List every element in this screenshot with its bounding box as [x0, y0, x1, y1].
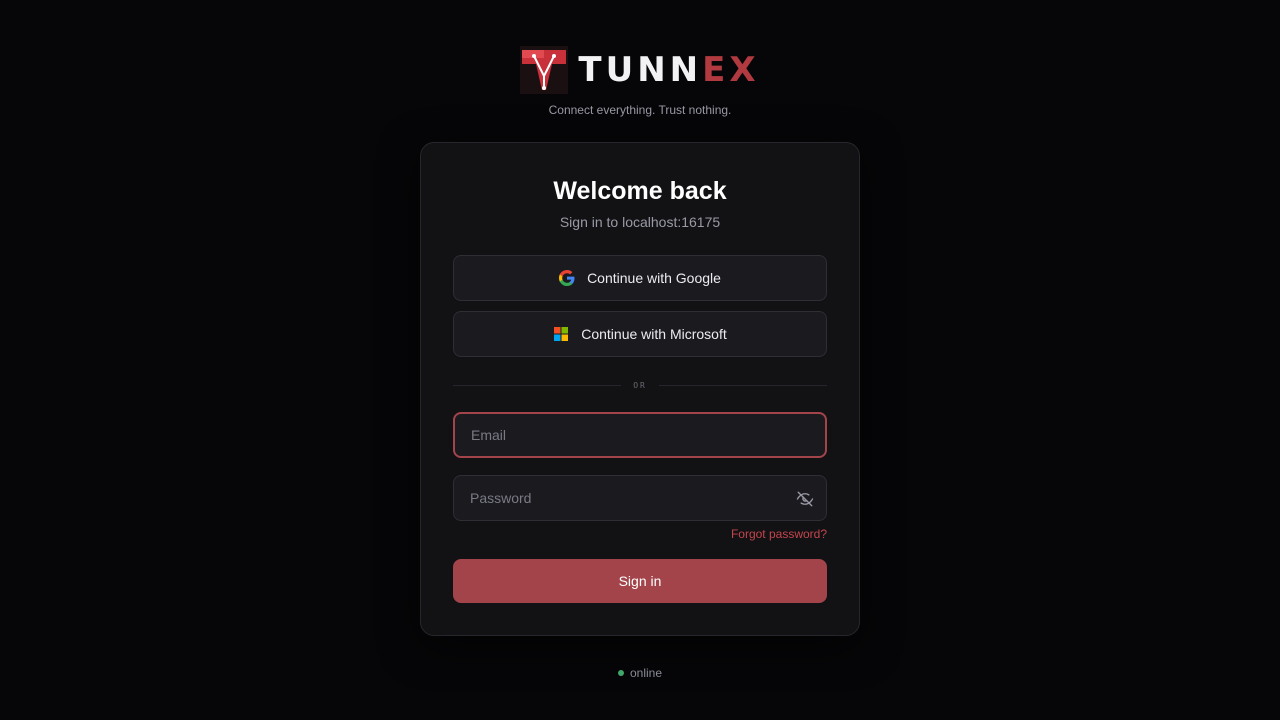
brand-tagline: Connect everything. Trust nothing.: [548, 103, 732, 117]
password-field-wrapper: [453, 475, 827, 521]
forgot-password-link[interactable]: Forgot password?: [731, 527, 827, 541]
divider-line-left: [453, 384, 622, 386]
email-field-wrapper: [453, 412, 827, 458]
google-button-label: Continue with Google: [587, 270, 721, 286]
login-card: Welcome back Sign in to localhost:16175 …: [420, 142, 860, 636]
microsoft-icon: [553, 326, 569, 342]
email-field[interactable]: [455, 414, 825, 456]
tunnex-logo-icon: [520, 46, 569, 94]
status-label: online: [629, 666, 663, 680]
brand-header: TUNNEX: [0, 46, 1280, 94]
sign-in-button[interactable]: Sign in: [453, 559, 827, 603]
continue-with-microsoft-button[interactable]: Continue with Microsoft: [453, 311, 827, 357]
status-dot-icon: [617, 670, 624, 676]
microsoft-button-label: Continue with Microsoft: [581, 326, 727, 342]
login-page: TUNNEX Connect everything. Trust nothing…: [0, 0, 1280, 720]
password-field[interactable]: [454, 476, 826, 520]
continue-with-google-button[interactable]: Continue with Google: [453, 255, 827, 301]
page-subtitle: Sign in to localhost:16175: [559, 214, 721, 230]
page-title: Welcome back: [553, 177, 727, 205]
divider-line-right: [658, 384, 828, 386]
or-divider: OR: [453, 379, 828, 391]
divider-label: OR: [633, 380, 647, 390]
brand-name-accent: EX: [702, 50, 760, 90]
google-icon: [559, 270, 575, 286]
eye-off-icon[interactable]: [796, 490, 814, 508]
brand-name-main: TUNN: [578, 50, 703, 90]
brand-wordmark: TUNNEX: [578, 46, 759, 94]
status-indicator: online: [0, 666, 1280, 680]
